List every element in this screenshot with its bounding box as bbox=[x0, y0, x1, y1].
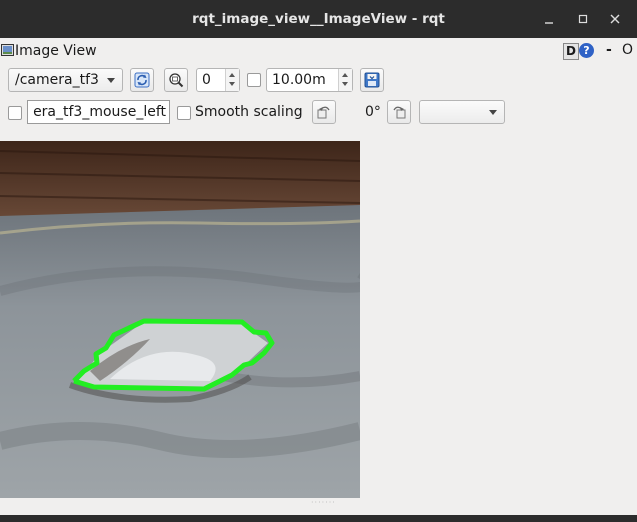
spin-arrows[interactable] bbox=[338, 69, 352, 91]
save-icon bbox=[364, 72, 380, 88]
refresh-icon bbox=[134, 72, 150, 88]
mouse-publish-checkbox[interactable] bbox=[8, 106, 22, 120]
panel-close-button[interactable]: O bbox=[622, 42, 633, 58]
rotate-right-icon bbox=[393, 106, 406, 119]
rotate-right-button[interactable] bbox=[387, 100, 411, 124]
distance-checkbox[interactable] bbox=[247, 73, 261, 87]
topic-combo[interactable]: /camera_tf3 bbox=[8, 68, 123, 92]
help-button[interactable]: ? bbox=[579, 43, 594, 58]
mouse-topic-value: era_tf3_mouse_left bbox=[33, 104, 166, 120]
refresh-button[interactable] bbox=[130, 68, 154, 92]
rotate-left-icon bbox=[317, 106, 330, 119]
zoom-fit-icon bbox=[169, 73, 184, 88]
distance-spinbox[interactable]: 10.00m bbox=[266, 68, 353, 92]
maximize-icon[interactable] bbox=[572, 8, 594, 30]
mouse-topic-field[interactable]: era_tf3_mouse_left bbox=[27, 100, 170, 124]
minimize-icon[interactable] bbox=[538, 8, 560, 30]
camera-image-canvas bbox=[0, 141, 360, 498]
spin-arrows[interactable] bbox=[225, 69, 239, 91]
camera-image[interactable] bbox=[0, 141, 360, 498]
image-view-icon bbox=[1, 44, 14, 56]
chevron-down-icon bbox=[107, 78, 115, 83]
number-value: 0 bbox=[202, 72, 211, 88]
resize-grip[interactable]: ······· bbox=[311, 498, 336, 507]
smooth-scaling-checkbox[interactable] bbox=[177, 106, 191, 120]
rotation-label: 0° bbox=[365, 104, 381, 120]
save-button[interactable] bbox=[360, 68, 384, 92]
close-icon[interactable] bbox=[604, 8, 626, 30]
number-spinbox[interactable]: 0 bbox=[196, 68, 240, 92]
window-titlebar: rqt_image_view__ImageView - rqt bbox=[0, 0, 637, 38]
dock-button[interactable]: D bbox=[563, 43, 579, 60]
bottom-border bbox=[0, 515, 637, 522]
rotate-left-button[interactable] bbox=[312, 100, 336, 124]
panel-minimize-button[interactable]: - bbox=[606, 42, 612, 58]
overlay-combo[interactable] bbox=[419, 100, 505, 124]
zoom-fit-button[interactable] bbox=[164, 68, 188, 92]
distance-value: 10.00m bbox=[272, 72, 326, 88]
topic-value: /camera_tf3 bbox=[15, 72, 99, 88]
smooth-scaling-label: Smooth scaling bbox=[195, 104, 303, 120]
panel-title: Image View bbox=[15, 43, 97, 59]
panel-header: Image View D ? - O bbox=[0, 40, 637, 62]
chevron-down-icon bbox=[489, 110, 497, 115]
